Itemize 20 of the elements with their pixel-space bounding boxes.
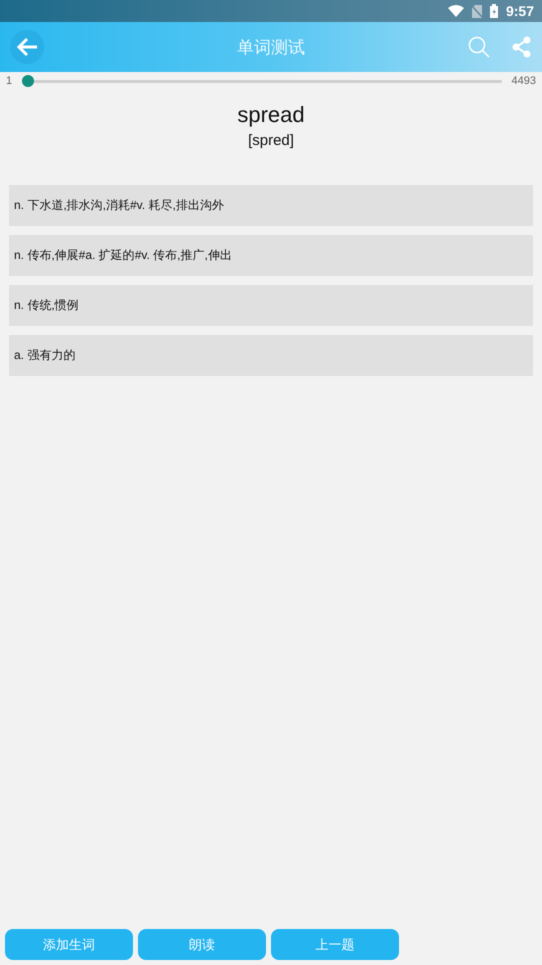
answer-option[interactable]: n. 传统,惯例	[9, 285, 533, 326]
back-button[interactable]	[10, 30, 44, 64]
answer-option[interactable]: n. 传布,伸展#a. 扩延的#v. 传布,推广,伸出	[9, 235, 533, 276]
share-button[interactable]	[512, 36, 532, 58]
search-button[interactable]	[468, 36, 490, 58]
clock-time: 9:57	[506, 3, 534, 19]
quiz-word: spread	[236, 102, 306, 128]
phonetic-text: [spred]	[247, 132, 295, 149]
search-icon	[468, 36, 490, 58]
answer-option[interactable]: n. 下水道,排水沟,消耗#v. 耗尽,排出沟外	[9, 185, 533, 226]
slider-thumb[interactable]	[22, 75, 34, 87]
battery-icon	[490, 4, 498, 18]
back-arrow-icon	[16, 37, 38, 57]
no-sim-icon	[472, 4, 482, 18]
answer-option[interactable]: a. 强有力的	[9, 335, 533, 376]
wifi-icon	[448, 5, 464, 17]
progress-start: 1	[6, 75, 12, 87]
screen-title: 单词测试	[237, 36, 305, 58]
share-icon	[512, 36, 532, 58]
progress-end: 4493	[512, 75, 536, 87]
